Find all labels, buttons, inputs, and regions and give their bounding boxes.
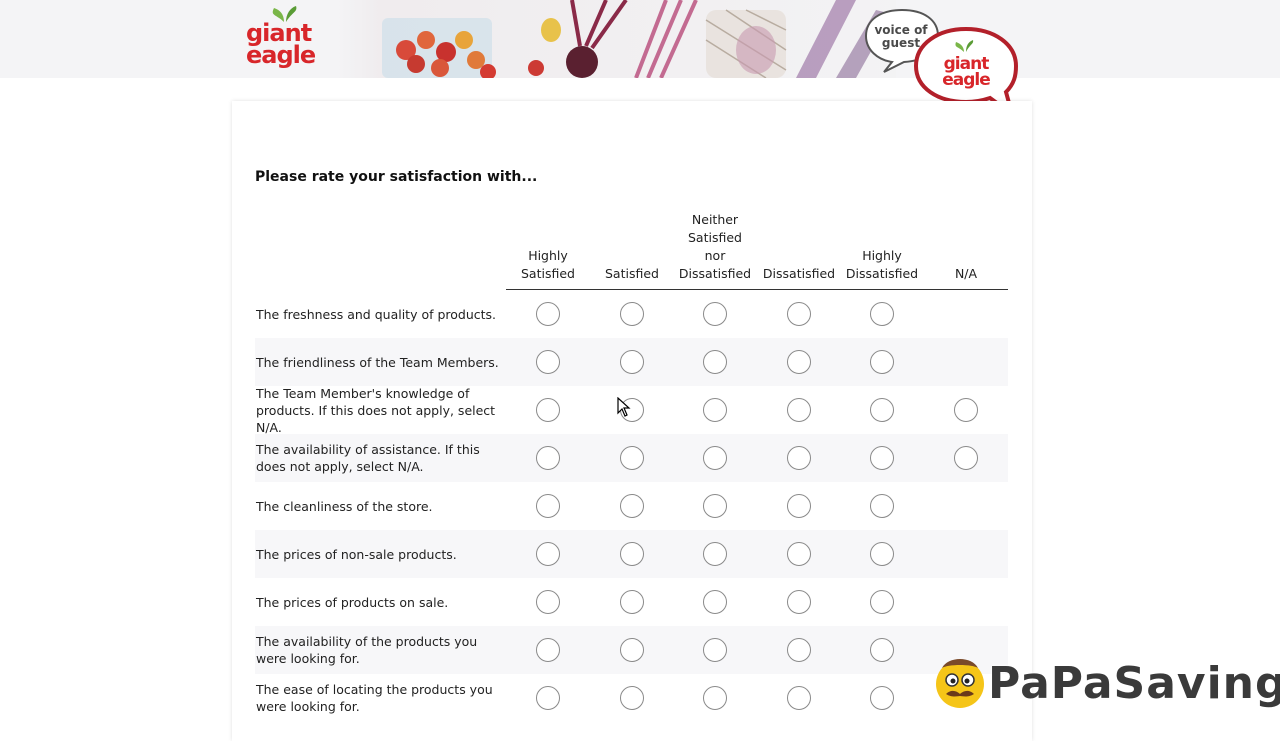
rating-radio[interactable] [620,350,644,374]
rating-radio[interactable] [870,446,894,470]
rating-radio[interactable] [703,638,727,662]
rating-radio[interactable] [703,542,727,566]
rating-radio[interactable] [536,638,560,662]
rating-row: The availability of assistance. If this … [255,434,1008,482]
rating-radio[interactable] [870,542,894,566]
rating-radio[interactable] [787,350,811,374]
rating-row: The freshness and quality of products. [255,290,1008,338]
column-header-label: Highly Satisfied [521,248,575,281]
column-header: Satisfied [590,211,674,283]
rating-radio[interactable] [787,494,811,518]
rating-row-label: The cleanliness of the store. [256,498,433,514]
rating-radio[interactable] [620,446,644,470]
rating-radio[interactable] [787,638,811,662]
rating-row-label: The availability of assistance. If this … [256,442,480,474]
rating-radio[interactable] [620,686,644,710]
rating-radio[interactable] [620,542,644,566]
mouse-cursor-icon [617,397,631,417]
rating-radio[interactable] [954,446,978,470]
column-header: Highly Satisfied [506,211,590,283]
rating-radio[interactable] [787,590,811,614]
rating-radio[interactable] [620,302,644,326]
rating-row-label: The availability of the products you wer… [256,634,478,666]
rating-radio[interactable] [536,446,560,470]
rating-row: The friendliness of the Team Members. [255,338,1008,386]
column-header-label: Dissatisfied [762,266,836,281]
rating-row: The prices of products on sale. [255,578,1008,626]
rating-radio[interactable] [870,350,894,374]
rating-row-label: The friendliness of the Team Members. [256,354,499,370]
rating-radio[interactable] [536,494,560,518]
column-header: N/A [924,211,1008,283]
rating-row-label: The prices of products on sale. [256,594,449,610]
rating-row: The Team Member's knowledge of products.… [255,385,1008,435]
rating-radio[interactable] [703,446,727,470]
rating-radio[interactable] [703,302,727,326]
rating-radio[interactable] [870,494,894,518]
rating-radio[interactable] [703,494,727,518]
rating-radio[interactable] [787,686,811,710]
rating-row: The prices of non-sale products. [255,530,1008,578]
rating-radio[interactable] [620,494,644,518]
rating-row-label: The prices of non-sale products. [256,546,457,562]
rating-radio[interactable] [870,302,894,326]
column-header-label: Satisfied [605,266,659,281]
rating-radio[interactable] [703,350,727,374]
rating-row: The availability of the products you wer… [255,626,1008,674]
rating-radio[interactable] [703,590,727,614]
giant-eagle-bubble-text: giant eagle [926,56,1006,90]
column-header-label: N/A [954,266,978,281]
rating-radio[interactable] [620,638,644,662]
papasavings-text: PaPaSavings [988,658,1280,709]
rating-radio[interactable] [703,398,727,422]
column-header: Neither Satisfied nor Dissatisfied [673,211,757,283]
column-header: Dissatisfied [757,211,841,283]
rating-radio[interactable] [536,542,560,566]
column-header: Highly Dissatisfied [840,211,924,283]
rating-row-label: The ease of locating the products you we… [256,682,493,714]
rating-radio[interactable] [787,446,811,470]
rating-row: The ease of locating the products you we… [255,674,1008,722]
rating-radio[interactable] [536,350,560,374]
rating-radio[interactable] [787,398,811,422]
column-header-label: Highly Dissatisfied [845,248,919,281]
rating-row: The cleanliness of the store. [255,482,1008,530]
giant-eagle-logo-text: giant eagle [246,21,336,69]
papasavings-watermark: PaPaSavings [928,648,1280,720]
column-header-label: Neither Satisfied nor Dissatisfied [678,212,752,281]
rating-radio[interactable] [870,638,894,662]
question-title: Please rate your satisfaction with... [255,169,538,185]
rating-radio[interactable] [787,302,811,326]
rating-radio[interactable] [703,686,727,710]
rating-radio[interactable] [536,590,560,614]
bubble-line-eagle: eagle [942,70,991,90]
rating-radio[interactable] [536,686,560,710]
rating-radio[interactable] [787,542,811,566]
rating-radio[interactable] [870,590,894,614]
rating-radio[interactable] [954,398,978,422]
rating-radio[interactable] [536,398,560,422]
logo-line-eagle: eagle [246,41,316,69]
rating-row-label: The freshness and quality of products. [256,306,497,322]
mascot-face-icon [936,659,984,708]
rating-radio[interactable] [536,302,560,326]
rating-radio[interactable] [870,398,894,422]
rating-radio[interactable] [870,686,894,710]
produce-banner-image [336,0,896,78]
rating-row-label: The Team Member's knowledge of products.… [256,385,496,435]
rating-radio[interactable] [620,590,644,614]
